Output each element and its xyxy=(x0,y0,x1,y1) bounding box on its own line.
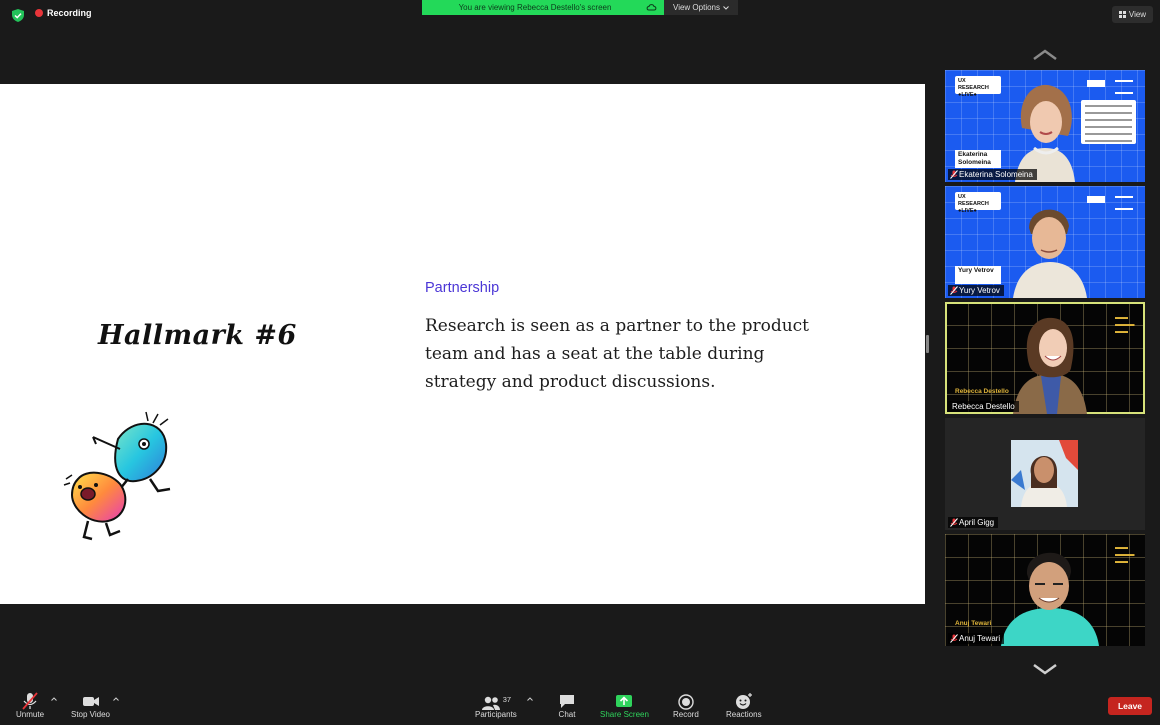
participant-name: Anuj Tewari xyxy=(959,634,1001,643)
microphone-muted-icon xyxy=(22,692,38,710)
event-logo-lines xyxy=(1115,80,1133,94)
chevron-down-icon xyxy=(723,5,729,10)
unmute-button[interactable]: Unmute xyxy=(16,692,44,719)
participants-label: Participants xyxy=(475,710,517,719)
meeting-top-bar: Recording You are viewing Rebecca Destel… xyxy=(0,0,1160,30)
stop-video-label: Stop Video xyxy=(71,710,110,719)
participant-tile-ekaterina[interactable]: UX RESEARCH ●LIVE● Ekaterina Solomeina E… xyxy=(945,70,1145,182)
video-camera-icon xyxy=(82,697,99,706)
chat-bubble-icon xyxy=(560,695,574,708)
view-button-label: View xyxy=(1128,10,1147,19)
recording-label: Recording xyxy=(47,8,92,18)
shared-screen-slide: Hallmark #6 Partnership Research is seen… xyxy=(0,84,925,604)
share-screen-arrow-icon xyxy=(616,695,633,707)
ux-research-live-logo: UX RESEARCH ●LIVE● xyxy=(955,76,1001,98)
shield-check-icon[interactable] xyxy=(12,9,24,22)
participant-name-tag: Anuj Tewari xyxy=(948,633,1005,644)
event-logo-lines xyxy=(1115,196,1133,210)
share-screen-label: Share Screen xyxy=(600,710,649,719)
participant-tile-yury[interactable]: UX RESEARCH ●LIVE● Yury Vetrov Yury Vetr… xyxy=(945,186,1145,298)
participant-tile-anuj[interactable]: ▬▬ ▬▬▬ ▬▬ Anuj Tewari Anuj Tewari xyxy=(945,534,1145,646)
ux-research-live-logo: UX RESEARCH ●LIVE● xyxy=(955,192,1001,214)
record-label: Record xyxy=(673,710,699,719)
chat-button[interactable]: Chat xyxy=(556,692,578,719)
recording-dot-icon xyxy=(35,9,43,17)
meeting-toolbar: Unmute Stop Video 37 Participants Chat S… xyxy=(0,688,1160,725)
participant-name: Rebecca Destello xyxy=(952,402,1015,411)
view-button[interactable]: View xyxy=(1112,6,1153,23)
video-nameplate: Yury Vetrov xyxy=(955,266,1001,284)
participant-video-yury xyxy=(1013,209,1087,298)
participant-tile-april[interactable]: April Gigg xyxy=(945,418,1145,530)
video-nameplate: Ekaterina Solomeina xyxy=(955,150,1001,168)
slide-section-label: Partnership xyxy=(425,280,500,296)
viewing-screen-banner: You are viewing Rebecca Destello's scree… xyxy=(422,0,664,15)
video-nameplate: Anuj Tewari xyxy=(955,620,992,627)
microphone-muted-icon xyxy=(950,518,958,527)
gallery-scroll-down-icon[interactable] xyxy=(1032,663,1058,675)
participant-name: Yury Vetrov xyxy=(959,286,1000,295)
leave-meeting-button[interactable]: Leave xyxy=(1108,697,1152,715)
participant-tile-rebecca-active-speaker[interactable]: ▬▬ ▬▬▬ ▬▬ Rebecca Destello Rebecca Destell… xyxy=(945,302,1145,414)
event-logo-gold: ▬▬ ▬▬▬ ▬▬ xyxy=(1115,314,1135,335)
participant-video-rebecca xyxy=(1013,317,1087,414)
screen-share-status-icon xyxy=(646,4,657,11)
reactions-button[interactable]: Reactions xyxy=(726,692,762,719)
unmute-label: Unmute xyxy=(16,710,45,719)
microphone-muted-icon xyxy=(950,286,958,295)
participants-icon xyxy=(481,696,500,710)
participant-name-tag: Ekaterina Solomeina xyxy=(948,169,1037,180)
viewing-banner-text: You are viewing Rebecca Destello's scree… xyxy=(458,3,612,12)
record-button[interactable]: Record xyxy=(673,692,699,719)
record-icon xyxy=(678,694,694,710)
microphone-muted-icon xyxy=(950,170,958,179)
chat-label: Chat xyxy=(558,710,576,719)
recording-indicator[interactable]: Recording xyxy=(35,8,92,18)
video-nameplate: Rebecca Destello xyxy=(955,388,1009,395)
slide-hallmark-title: Hallmark #6 xyxy=(98,320,297,351)
view-options-dropdown[interactable]: View Options xyxy=(664,0,738,15)
audio-options-chevron-up-icon[interactable] xyxy=(51,697,57,701)
participant-name-tag: Rebecca Destello xyxy=(948,401,1019,412)
view-options-label: View Options xyxy=(673,3,720,12)
participants-options-chevron-up-icon[interactable] xyxy=(527,697,533,701)
stop-video-button[interactable]: Stop Video xyxy=(71,692,110,719)
participants-count: 37 xyxy=(502,695,512,704)
participant-avatar-april xyxy=(1011,440,1078,507)
reactions-label: Reactions xyxy=(726,710,762,719)
panel-resize-handle[interactable] xyxy=(926,335,929,353)
slide-body-text: Research is seen as a partner to the pro… xyxy=(425,316,810,392)
participant-name-tag: Yury Vetrov xyxy=(948,285,1004,296)
reactions-emoji-icon xyxy=(735,693,752,709)
gallery-scroll-up-icon[interactable] xyxy=(1032,49,1058,61)
participants-button[interactable]: 37 Participants xyxy=(475,692,517,719)
participant-video-ekaterina xyxy=(1015,84,1075,182)
share-screen-button[interactable]: Share Screen xyxy=(600,692,649,719)
participant-name-tag: April Gigg xyxy=(948,517,999,528)
grid-view-icon xyxy=(1118,11,1126,18)
participant-name: Ekaterina Solomeina xyxy=(959,170,1033,179)
video-options-chevron-up-icon[interactable] xyxy=(113,697,119,701)
event-logo-gold: ▬▬ ▬▬▬ ▬▬ xyxy=(1115,544,1135,565)
participant-name: April Gigg xyxy=(959,518,995,527)
microphone-muted-icon xyxy=(950,634,958,643)
blob-characters-illustration xyxy=(63,411,171,541)
participant-video-anuj xyxy=(1001,552,1099,646)
